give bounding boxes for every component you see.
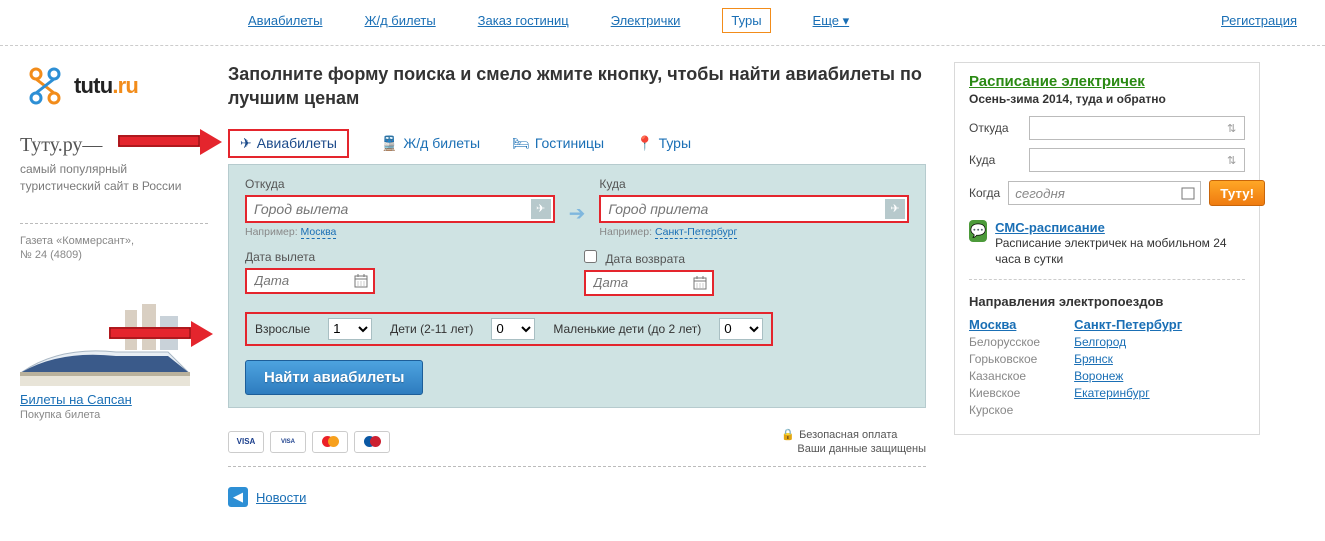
center-column: Заполните форму поиска и смело жмите кно… — [228, 62, 940, 507]
suburban-panel: Расписание электричек Осень-зима 2014, т… — [954, 62, 1260, 435]
from-label: Откуда — [245, 177, 555, 191]
passengers-row: Взрослые 1 Дети (2-11 лет) 0 Маленькие д… — [245, 312, 773, 346]
nav-avia[interactable]: Авиабилеты — [248, 13, 322, 28]
tab-avia[interactable]: ✈ Авиабилеты — [228, 129, 349, 158]
sapsan-link[interactable]: Билеты на Сапсан — [20, 392, 132, 407]
search-tabs: ✈ Авиабилеты 🚆 Ж/д билеты 🛏 Гостиницы 📍 … — [228, 129, 926, 158]
logo-text-orange: .ru — [112, 73, 138, 98]
from-input[interactable] — [245, 195, 555, 223]
dir-gorkovskoe[interactable]: Горьковское — [969, 352, 1037, 366]
visa-electron-icon: VISA — [270, 431, 306, 453]
to-hint-link[interactable]: Санкт-Петербург — [655, 226, 737, 239]
sub-from-input[interactable] — [1029, 116, 1245, 140]
arrow-annotation-1 — [118, 129, 222, 155]
infants-label: Маленькие дети (до 2 лет) — [553, 322, 701, 336]
plane-icon: ✈ — [240, 135, 252, 152]
from-hint-link[interactable]: Москва — [301, 226, 337, 239]
children-label: Дети (2-11 лет) — [390, 322, 473, 336]
sapsan-sub: Покупка билета — [20, 409, 208, 421]
pin-icon: 📍 — [636, 135, 653, 152]
to-input[interactable] — [599, 195, 909, 223]
return-checkbox[interactable] — [584, 250, 597, 263]
dir-ekaterinburg[interactable]: Екатеринбург — [1074, 386, 1150, 400]
lock-icon: 🔒 — [781, 429, 795, 441]
mastercard-icon — [312, 431, 348, 453]
secure-payment: 🔒Безопасная оплата Ваши данные защищены — [781, 428, 926, 457]
dir-kurskoe[interactable]: Курское — [969, 403, 1013, 417]
nav-tours[interactable]: Туры — [722, 8, 770, 33]
depart-date-input[interactable] — [245, 268, 375, 294]
tutu-button[interactable]: Туту! — [1209, 180, 1265, 206]
page-headline: Заполните форму поиска и смело жмите кно… — [228, 62, 926, 111]
directions-col-1: Москва Белорусское Горьковское Казанское… — [969, 317, 1040, 420]
nav-hotels[interactable]: Заказ гостиниц — [478, 13, 569, 28]
nav-suburban[interactable]: Электрички — [611, 13, 681, 28]
news-icon: ◀ — [228, 487, 248, 507]
logo-text-black: tutu — [74, 73, 112, 98]
to-label: Куда — [599, 177, 909, 191]
search-form: Откуда ✈ Например: Москва ➔ Куда ✈ Напри… — [228, 164, 926, 408]
maestro-icon — [354, 431, 390, 453]
logo-icon — [20, 62, 68, 110]
tab-rail[interactable]: 🚆 Ж/д билеты — [381, 135, 480, 152]
logo[interactable]: tutu.ru — [20, 62, 208, 110]
payment-cards: VISA VISA — [228, 431, 390, 453]
return-label: Дата возврата — [584, 250, 909, 266]
directions-heading: Направления электропоездов — [969, 294, 1245, 309]
top-nav: Авиабилеты Ж/д билеты Заказ гостиниц Эле… — [0, 0, 1325, 46]
nav-rail[interactable]: Ж/д билеты — [364, 13, 435, 28]
dir-spb[interactable]: Санкт-Петербург — [1074, 317, 1182, 332]
news-row: ◀ Новости — [228, 487, 926, 507]
sms-desc: Расписание электричек на мобильном 24 ча… — [995, 235, 1245, 267]
directions-col-2: Санкт-Петербург Белгород Брянск Воронеж … — [1074, 317, 1182, 420]
visa-card-icon: VISA — [228, 431, 264, 453]
dir-bryansk[interactable]: Брянск — [1074, 352, 1113, 366]
sub-to-input[interactable] — [1029, 148, 1245, 172]
sms-icon: 💬 — [969, 220, 987, 242]
return-date-input[interactable] — [584, 270, 714, 296]
infants-select[interactable]: 0 — [719, 318, 763, 340]
right-column: Расписание электричек Осень-зима 2014, т… — [940, 62, 1260, 507]
sms-link[interactable]: СМС-расписание — [995, 220, 1105, 235]
train-icon: 🚆 — [381, 135, 398, 152]
sub-from-label: Откуда — [969, 121, 1021, 135]
dir-kievskoe[interactable]: Киевское — [969, 386, 1020, 400]
nav-more[interactable]: Еще — [813, 13, 850, 29]
dir-kazanskoe[interactable]: Казанское — [969, 369, 1026, 383]
sub-when-label: Когда — [969, 186, 1000, 200]
dir-voronezh[interactable]: Воронеж — [1074, 369, 1123, 383]
dir-belorusskoe[interactable]: Белорусское — [969, 335, 1040, 349]
adults-select[interactable]: 1 — [328, 318, 372, 340]
suburban-title[interactable]: Расписание электричек — [969, 73, 1145, 90]
slogan-desc: самый популярный туристический сайт в Ро… — [20, 161, 208, 195]
children-select[interactable]: 0 — [491, 318, 535, 340]
register-link[interactable]: Регистрация — [1221, 13, 1297, 28]
arrow-annotation-2 — [109, 321, 213, 347]
sub-to-label: Куда — [969, 153, 1021, 167]
dir-moscow[interactable]: Москва — [969, 317, 1016, 332]
tab-tours[interactable]: 📍 Туры — [636, 135, 691, 152]
adults-label: Взрослые — [255, 322, 310, 336]
suburban-sub: Осень-зима 2014, туда и обратно — [969, 92, 1245, 106]
to-hint: Например: Санкт-Петербург — [599, 226, 909, 238]
paper-quote: Газета «Коммерсант»,№ 24 (4809) — [20, 234, 208, 263]
dir-belgorod[interactable]: Белгород — [1074, 335, 1126, 349]
plane-from-icon: ✈ — [531, 199, 551, 219]
swap-arrow-icon: ➔ — [569, 201, 586, 226]
tab-hotels[interactable]: 🛏 Гостиницы — [512, 135, 604, 152]
plane-to-icon: ✈ — [885, 199, 905, 219]
bed-icon: 🛏 — [512, 135, 530, 152]
news-link[interactable]: Новости — [256, 490, 306, 505]
sapsan-image — [20, 302, 208, 392]
find-flights-button[interactable]: Найти авиабилеты — [245, 360, 423, 395]
directions-columns: Москва Белорусское Горьковское Казанское… — [969, 317, 1245, 420]
sms-block: 💬 СМС-расписание Расписание электричек н… — [969, 220, 1245, 280]
from-hint: Например: Москва — [245, 226, 555, 238]
depart-label: Дата вылета — [245, 250, 570, 264]
sub-when-input[interactable] — [1008, 181, 1201, 205]
